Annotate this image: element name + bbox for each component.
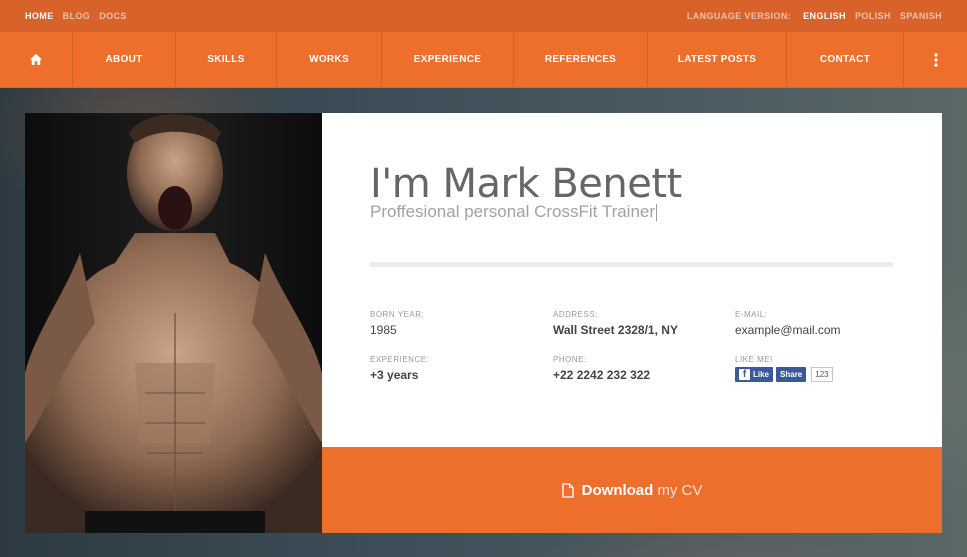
nav-item-contact[interactable]: CONTACT — [787, 32, 904, 87]
address-value: Wall Street 2328/1, NY — [553, 323, 678, 337]
born-field: BORN YEAR: 1985 — [370, 310, 424, 337]
phone-field: PHONE: +22 2242 232 322 — [553, 355, 650, 382]
profile-subtitle-text: Proffesional personal CrossFit Trainer — [370, 202, 656, 221]
nav-item-references[interactable]: REFERENCES — [514, 32, 648, 87]
address-label: ADDRESS: — [553, 310, 598, 319]
nav-more[interactable] — [904, 32, 967, 87]
typing-cursor — [656, 204, 658, 222]
nav-item-about[interactable]: ABOUT — [73, 32, 176, 87]
language-spanish[interactable]: SPANISH — [900, 11, 942, 21]
top-link-home[interactable]: HOME — [25, 11, 54, 21]
born-label: BORN YEAR: — [370, 310, 425, 319]
home-icon — [30, 54, 42, 65]
like-field: LIKE ME! f Like Share 123 — [735, 355, 833, 382]
facebook-icon: f — [739, 369, 750, 380]
profile-card: I'm Mark Benett Proffesional personal Cr… — [25, 113, 942, 533]
divider — [370, 262, 893, 267]
language-polish[interactable]: POLISH — [855, 11, 891, 21]
profile-name: I'm Mark Benett — [370, 161, 682, 207]
download-cv-button[interactable]: Download my CV — [322, 447, 942, 533]
facebook-like-button[interactable]: f Like — [735, 367, 774, 382]
address-field: ADDRESS: Wall Street 2328/1, NY — [553, 310, 678, 337]
email-field: E-MAIL: example@mail.com — [735, 310, 841, 337]
like-text: Like — [753, 370, 770, 379]
email-value[interactable]: example@mail.com — [735, 323, 841, 337]
top-link-docs[interactable]: DOCS — [99, 11, 127, 21]
nav-home[interactable] — [0, 32, 73, 87]
experience-value: +3 years — [370, 368, 419, 382]
main-nav: ABOUT SKILLS WORKS EXPERIENCE REFERENCES… — [0, 32, 967, 88]
download-label-bold: Download — [581, 481, 654, 499]
document-icon — [562, 482, 574, 498]
born-value: 1985 — [370, 323, 397, 337]
like-count: 123 — [811, 367, 833, 382]
language-english[interactable]: ENGLISH — [803, 11, 846, 21]
experience-label: EXPERIENCE: — [370, 355, 430, 364]
nav-item-skills[interactable]: SKILLS — [176, 32, 277, 87]
top-bar: HOME BLOG DOCS LANGUAGE VERSION: ENGLISH… — [0, 0, 967, 32]
facebook-share-button[interactable]: Share — [776, 367, 807, 382]
nav-item-works[interactable]: WORKS — [277, 32, 382, 87]
phone-value: +22 2242 232 322 — [553, 368, 651, 382]
more-vertical-icon — [933, 52, 938, 67]
top-links: HOME BLOG DOCS — [25, 11, 127, 21]
profile-info: I'm Mark Benett Proffesional personal Cr… — [322, 113, 942, 447]
nav-item-experience[interactable]: EXPERIENCE — [382, 32, 514, 87]
like-label: LIKE ME! — [735, 355, 773, 364]
email-label: E-MAIL: — [735, 310, 768, 319]
language-switcher: LANGUAGE VERSION: ENGLISH POLISH SPANISH — [687, 11, 942, 21]
language-label: LANGUAGE VERSION: — [686, 11, 792, 21]
top-link-blog[interactable]: BLOG — [63, 11, 91, 21]
profile-photo — [25, 113, 322, 533]
profile-subtitle: Proffesional personal CrossFit Trainer — [370, 202, 658, 222]
facebook-widget: f Like Share 123 — [735, 367, 833, 382]
download-label-light: my CV — [657, 481, 703, 499]
nav-item-latest-posts[interactable]: LATEST POSTS — [648, 32, 787, 87]
phone-label: PHONE: — [553, 355, 587, 364]
experience-field: EXPERIENCE: +3 years — [370, 355, 429, 382]
